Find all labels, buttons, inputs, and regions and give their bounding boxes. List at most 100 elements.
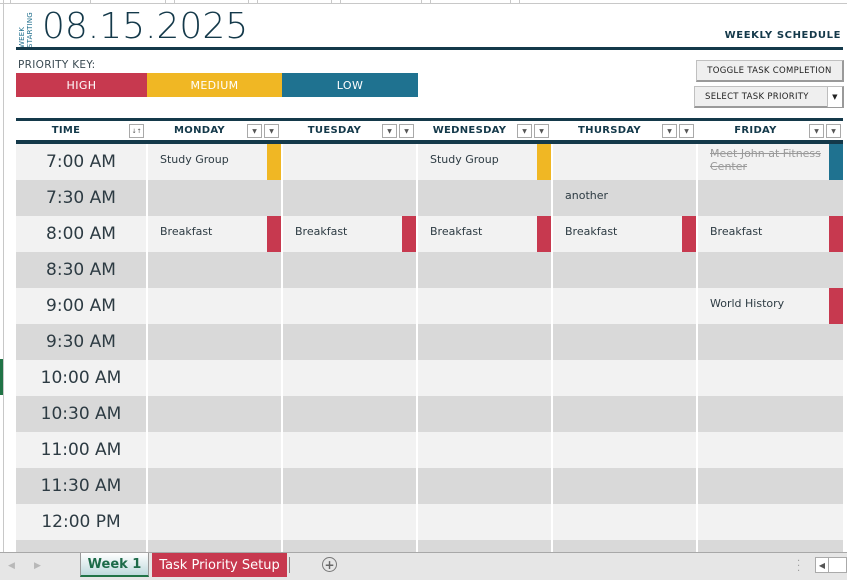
task-cell-monday[interactable] <box>148 180 281 216</box>
filter-dropdown-icon[interactable]: ▼ <box>826 124 841 138</box>
task-cell-wednesday[interactable] <box>418 252 551 288</box>
task-cell-friday[interactable]: Breakfast <box>698 216 843 252</box>
toggle-task-completion-button[interactable]: TOGGLE TASK COMPLETION <box>696 60 844 82</box>
task-cell-thursday[interactable]: another <box>553 180 696 216</box>
header-divider <box>16 47 843 50</box>
time-cell[interactable]: 10:30 AM <box>16 396 146 432</box>
filter-dropdown-icon[interactable]: ▼ <box>679 124 694 138</box>
task-cell-tuesday[interactable] <box>283 324 416 360</box>
filter-dropdown-icon[interactable]: ▼ <box>809 124 824 138</box>
time-cell[interactable]: 8:00 AM <box>16 216 146 252</box>
task-cell-tuesday[interactable] <box>283 288 416 324</box>
task-cell-tuesday[interactable] <box>283 540 416 552</box>
task-cell-wednesday[interactable] <box>418 288 551 324</box>
task-cell-tuesday[interactable] <box>283 180 416 216</box>
task-cell-friday[interactable] <box>698 252 843 288</box>
task-cell-wednesday[interactable] <box>418 360 551 396</box>
task-cell-friday[interactable] <box>698 324 843 360</box>
task-cell-wednesday[interactable] <box>418 432 551 468</box>
task-cell-thursday[interactable] <box>553 504 696 540</box>
priority-indicator-high <box>267 216 281 252</box>
task-cell-thursday[interactable] <box>553 432 696 468</box>
task-cell-monday[interactable]: Study Group <box>148 144 281 180</box>
task-cell-wednesday[interactable] <box>418 396 551 432</box>
time-cell[interactable]: 7:00 AM <box>16 144 146 180</box>
task-cell-thursday[interactable] <box>553 144 696 180</box>
task-cell-monday[interactable] <box>148 288 281 324</box>
filter-dropdown-icon[interactable]: ▼ <box>247 124 262 138</box>
task-cell-monday[interactable] <box>148 468 281 504</box>
task-cell-friday[interactable]: World History <box>698 288 843 324</box>
task-cell-friday[interactable] <box>698 360 843 396</box>
filter-dropdown-icon[interactable]: ▼ <box>264 124 279 138</box>
plus-circle-icon[interactable]: + <box>322 557 337 572</box>
task-cell-friday[interactable] <box>698 432 843 468</box>
sort-filter-icon[interactable]: ↓↑ <box>129 124 144 138</box>
task-cell-friday[interactable] <box>698 504 843 540</box>
filter-dropdown-icon[interactable]: ▼ <box>382 124 397 138</box>
task-cell-monday[interactable] <box>148 432 281 468</box>
task-cell-thursday[interactable] <box>553 540 696 552</box>
horizontal-scrollbar[interactable] <box>829 557 847 573</box>
column-header-time: TIME <box>51 125 81 136</box>
task-cell-tuesday[interactable] <box>283 504 416 540</box>
task-cell-thursday[interactable] <box>553 324 696 360</box>
time-cell[interactable]: 12:00 PM <box>16 504 146 540</box>
task-cell-tuesday[interactable] <box>283 468 416 504</box>
time-cell[interactable] <box>16 540 146 552</box>
task-cell-monday[interactable] <box>148 396 281 432</box>
sheet-tab-week-1[interactable]: Week 1 <box>80 553 149 577</box>
next-sheet-icon[interactable]: ▶ <box>34 561 41 571</box>
task-cell-tuesday[interactable] <box>283 396 416 432</box>
task-cell-thursday[interactable] <box>553 360 696 396</box>
task-cell-monday[interactable] <box>148 324 281 360</box>
time-cell[interactable]: 11:00 AM <box>16 432 146 468</box>
priority-key-label: PRIORITY KEY: <box>18 59 96 71</box>
task-cell-friday[interactable] <box>698 180 843 216</box>
task-cell-wednesday[interactable] <box>418 540 551 552</box>
task-cell-tuesday[interactable]: Breakfast <box>283 216 416 252</box>
time-cell[interactable]: 10:00 AM <box>16 360 146 396</box>
time-cell[interactable]: 7:30 AM <box>16 180 146 216</box>
task-cell-wednesday[interactable]: Breakfast <box>418 216 551 252</box>
task-cell-wednesday[interactable] <box>418 324 551 360</box>
sheet-tab-task-priority-setup[interactable]: Task Priority Setup <box>152 553 287 577</box>
task-cell-thursday[interactable]: Breakfast <box>553 216 696 252</box>
task-cell-tuesday[interactable] <box>283 360 416 396</box>
filter-dropdown-icon[interactable]: ▼ <box>399 124 414 138</box>
task-cell-tuesday[interactable] <box>283 252 416 288</box>
task-cell-thursday[interactable] <box>553 468 696 504</box>
task-cell-thursday[interactable] <box>553 252 696 288</box>
task-cell-friday[interactable] <box>698 396 843 432</box>
splitter-handle-icon[interactable]: · · · <box>797 557 800 577</box>
task-cell-monday[interactable] <box>148 252 281 288</box>
scroll-left-icon[interactable]: ◀ <box>815 557 829 573</box>
task-cell-friday[interactable] <box>698 540 843 552</box>
task-cell-tuesday[interactable] <box>283 432 416 468</box>
time-cell[interactable]: 9:00 AM <box>16 288 146 324</box>
task-cell-thursday[interactable] <box>553 288 696 324</box>
filter-dropdown-icon[interactable]: ▼ <box>662 124 677 138</box>
task-cell-monday[interactable]: Breakfast <box>148 216 281 252</box>
task-cell-tuesday[interactable] <box>283 144 416 180</box>
task-cell-monday[interactable] <box>148 360 281 396</box>
task-cell-friday[interactable]: Meet John at Fitness Center <box>698 144 843 180</box>
chevron-down-icon[interactable]: ▼ <box>827 87 842 107</box>
task-cell-wednesday[interactable] <box>418 504 551 540</box>
time-cell[interactable]: 11:30 AM <box>16 468 146 504</box>
week-start-date[interactable]: 08.15.2025 <box>42 6 248 48</box>
week-starting-label: WEEK STARTING <box>18 12 34 48</box>
task-cell-wednesday[interactable]: Study Group <box>418 144 551 180</box>
prev-sheet-icon[interactable]: ◀ <box>8 561 15 571</box>
time-cell[interactable]: 9:30 AM <box>16 324 146 360</box>
task-cell-monday[interactable] <box>148 504 281 540</box>
filter-dropdown-icon[interactable]: ▼ <box>534 124 549 138</box>
select-task-priority-dropdown[interactable]: SELECT TASK PRIORITY ▼ <box>694 86 844 108</box>
filter-dropdown-icon[interactable]: ▼ <box>517 124 532 138</box>
task-cell-thursday[interactable] <box>553 396 696 432</box>
task-cell-monday[interactable] <box>148 540 281 552</box>
task-cell-wednesday[interactable] <box>418 468 551 504</box>
time-cell[interactable]: 8:30 AM <box>16 252 146 288</box>
task-cell-friday[interactable] <box>698 468 843 504</box>
task-cell-wednesday[interactable] <box>418 180 551 216</box>
